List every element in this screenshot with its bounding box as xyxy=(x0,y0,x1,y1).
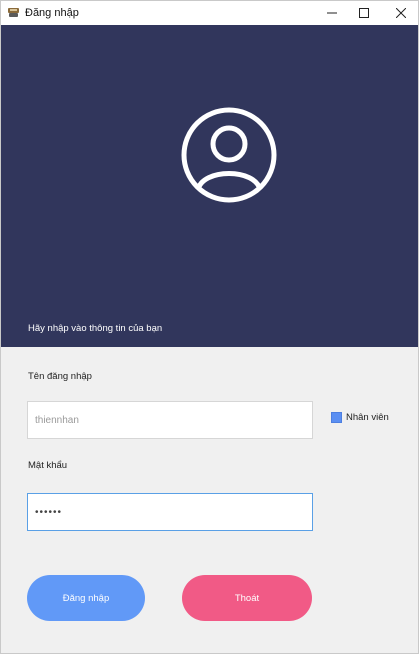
window-title: Đăng nhập xyxy=(25,7,79,19)
password-value: •••••• xyxy=(35,506,63,518)
password-label: Mật khẩu xyxy=(28,460,68,471)
info-prompt: Hãy nhập vào thông tin của bạn xyxy=(28,323,163,334)
title-bar: Đăng nhập xyxy=(1,1,418,25)
user-circle-icon xyxy=(181,107,277,203)
login-button[interactable]: Đăng nhập xyxy=(27,575,145,621)
username-field[interactable]: thiennhan xyxy=(27,401,313,439)
app-icon xyxy=(8,8,19,17)
minimize-icon xyxy=(327,12,337,14)
header-banner: Hãy nhập vào thông tin của bạn xyxy=(1,25,418,347)
password-field[interactable]: •••••• xyxy=(27,493,313,531)
login-window: Đăng nhập Hãy nhập vào thông tin của bạn… xyxy=(0,0,419,654)
exit-button[interactable]: Thoát xyxy=(182,575,312,621)
minimize-button[interactable] xyxy=(315,1,349,25)
maximize-button[interactable] xyxy=(347,1,381,25)
close-button[interactable] xyxy=(384,1,418,25)
role-checkbox-label: Nhân viên xyxy=(346,412,389,423)
checkbox-box[interactable] xyxy=(331,412,342,423)
maximize-icon xyxy=(359,8,369,18)
role-checkbox[interactable]: Nhân viên xyxy=(331,412,389,423)
login-button-label: Đăng nhập xyxy=(62,592,110,604)
username-value: thiennhan xyxy=(35,414,79,426)
exit-button-label: Thoát xyxy=(234,592,260,604)
username-label: Tên đăng nhập xyxy=(28,371,92,382)
close-icon xyxy=(396,8,406,18)
